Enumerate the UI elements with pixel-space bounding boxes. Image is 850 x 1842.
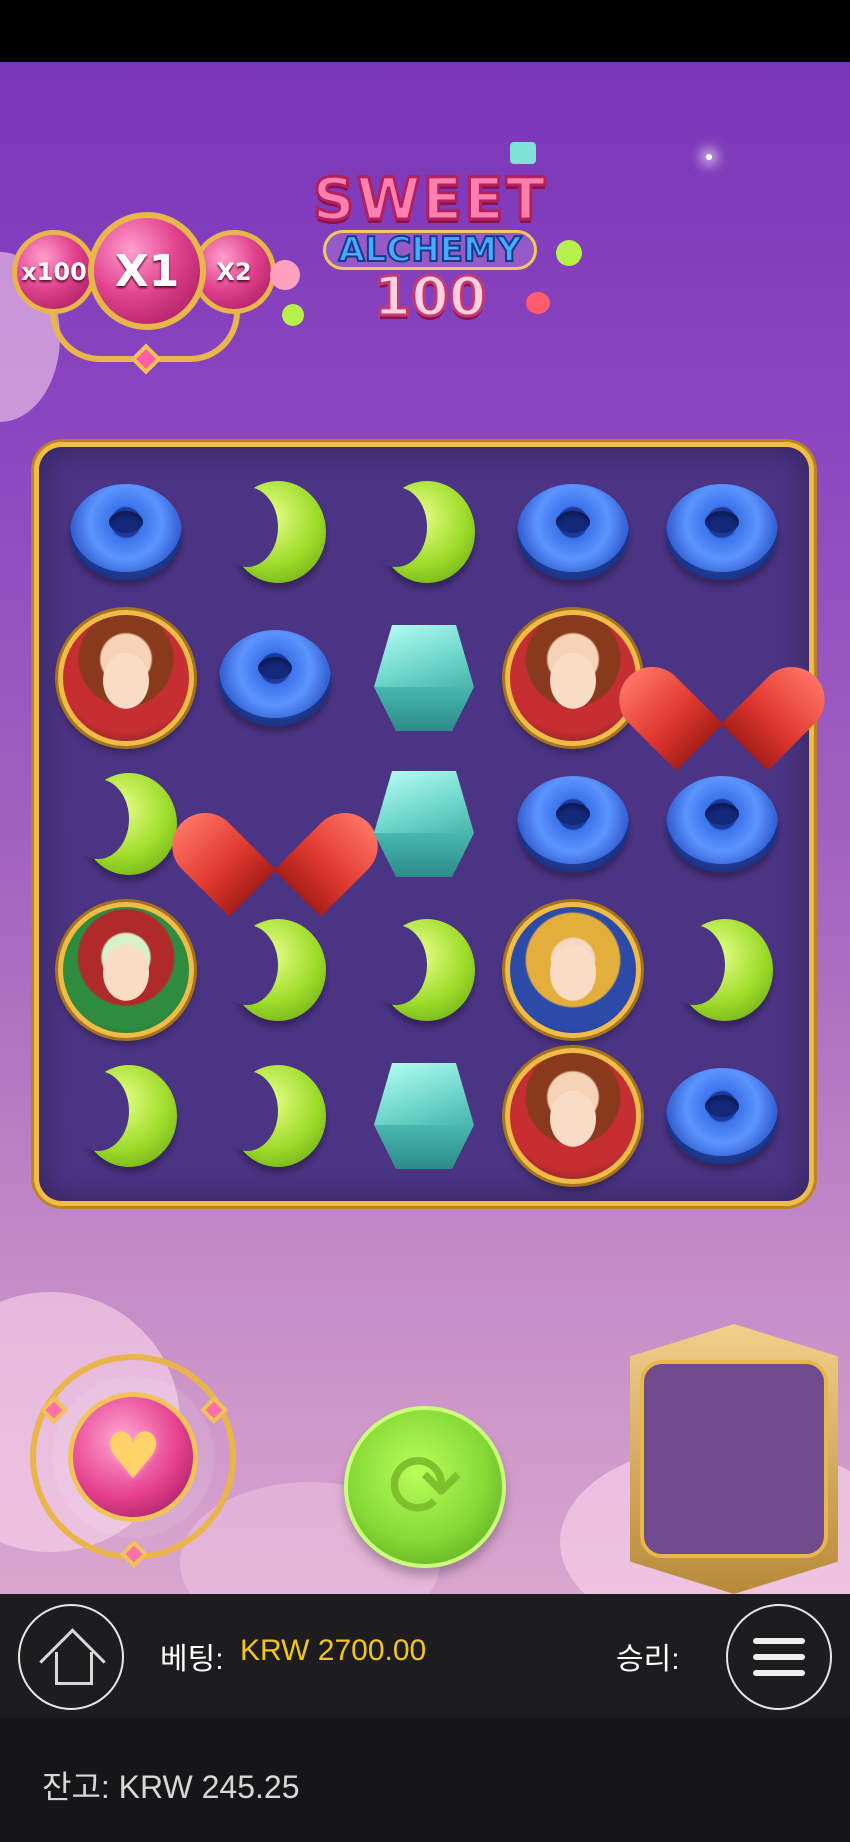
sparkle xyxy=(706,154,712,160)
blue-donut-candy-symbol xyxy=(517,484,630,580)
reel-cell xyxy=(51,751,200,897)
green-bean-candy-symbol xyxy=(663,915,777,1025)
blue-donut-candy-symbol xyxy=(666,1068,779,1164)
reel-cell xyxy=(499,897,648,1043)
reel-cell xyxy=(200,459,349,605)
teal-gem-candy-symbol xyxy=(360,1057,488,1175)
portrait-face xyxy=(550,1090,597,1147)
green-bean-candy-symbol xyxy=(364,915,479,1025)
reel-cell xyxy=(51,897,200,1043)
gem-top-facet xyxy=(373,1063,474,1125)
reel-cell xyxy=(349,605,498,751)
multiplier-display: x100 X2 X1 xyxy=(10,152,276,382)
red-heart-candy-symbol xyxy=(657,618,787,738)
multiplier-left-label: x100 xyxy=(21,258,87,286)
reel-cell xyxy=(51,1043,200,1189)
reel-cell xyxy=(349,459,498,605)
reel-cell xyxy=(648,751,797,897)
multiplier-orb-left: x100 xyxy=(12,230,96,314)
green-bean-candy-symbol xyxy=(215,1061,330,1171)
reel-frame xyxy=(34,442,814,1206)
reel-cell xyxy=(499,459,648,605)
reel-cell xyxy=(200,605,349,751)
candy-decoration xyxy=(556,240,582,266)
reel-cell xyxy=(349,897,498,1043)
win-label: 승리: xyxy=(616,1643,680,1676)
bottom-bar: 베팅: KRW 2700.00 승리: xyxy=(0,1594,850,1718)
teal-gem-candy-symbol xyxy=(360,619,488,737)
reel-cell xyxy=(51,605,200,751)
home-button[interactable] xyxy=(18,1604,124,1710)
green-bean-candy-symbol xyxy=(66,1061,181,1171)
home-icon xyxy=(43,1632,99,1685)
collect-box xyxy=(630,1324,838,1594)
reel-cell xyxy=(648,1043,797,1189)
logo-sweet: SWEET xyxy=(311,165,548,233)
candy-decoration xyxy=(510,142,536,164)
refresh-icon: ⟳ xyxy=(387,1434,463,1539)
reel-grid xyxy=(51,459,797,1189)
bet-label: 베팅: xyxy=(160,1643,224,1676)
portrait-red-witch-symbol xyxy=(505,610,642,746)
reel-cell xyxy=(648,459,797,605)
heart-icon: ♥ xyxy=(104,1420,162,1494)
reel-cell xyxy=(648,897,797,1043)
balance-text: 잔고: KRW 245.25 xyxy=(42,1769,300,1805)
portrait-red-witch-symbol xyxy=(57,610,194,746)
multiplier-right-label: X2 xyxy=(216,258,252,286)
portrait-red-witch-symbol xyxy=(505,1048,642,1184)
gem-top-facet xyxy=(373,771,474,833)
red-heart-candy-symbol xyxy=(210,764,340,884)
spin-button[interactable]: ⟳ xyxy=(344,1406,506,1568)
gem-bottom-facet xyxy=(373,833,474,877)
portrait-face xyxy=(102,652,149,709)
blue-donut-candy-symbol xyxy=(517,776,630,872)
gem-top-facet xyxy=(373,625,474,687)
menu-button[interactable] xyxy=(726,1604,832,1710)
reel-cell xyxy=(200,1043,349,1189)
buy-feature-button[interactable]: ♥ xyxy=(30,1354,236,1570)
game-area: x100 X2 X1 SWEET ALCHEMY 100 ♥ ⟳ xyxy=(0,62,850,1594)
multiplier-orb-current: X1 xyxy=(88,212,206,330)
reel-cell xyxy=(648,605,797,751)
gem-bottom-facet xyxy=(373,687,474,731)
reel-cell xyxy=(200,897,349,1043)
portrait-green-witch-symbol xyxy=(57,902,194,1038)
reel-cell xyxy=(499,1043,648,1189)
status-bar xyxy=(0,0,850,62)
green-bean-candy-symbol xyxy=(215,915,330,1025)
blue-donut-candy-symbol xyxy=(69,484,182,580)
balance-bar: 잔고: KRW 245.25 xyxy=(0,1718,850,1842)
reel-cell xyxy=(349,751,498,897)
blue-donut-candy-symbol xyxy=(666,776,779,872)
collect-slot xyxy=(640,1360,828,1558)
reel-cell xyxy=(499,751,648,897)
hamburger-menu-icon xyxy=(753,1638,805,1676)
buy-feature-orb: ♥ xyxy=(68,1392,198,1522)
teal-gem-candy-symbol xyxy=(360,765,488,883)
portrait-face xyxy=(102,944,149,1001)
blue-donut-candy-symbol xyxy=(218,630,331,726)
portrait-face xyxy=(550,944,597,1001)
logo-alchemy: ALCHEMY xyxy=(323,230,537,270)
bet-value[interactable]: KRW 2700.00 xyxy=(240,1634,426,1668)
green-bean-candy-symbol xyxy=(215,477,330,587)
reel-cell xyxy=(349,1043,498,1189)
multiplier-current-label: X1 xyxy=(114,245,180,297)
candy-decoration xyxy=(526,292,550,314)
candy-decoration xyxy=(282,304,304,326)
reel-cell xyxy=(200,751,349,897)
portrait-face xyxy=(550,652,597,709)
gem-bottom-facet xyxy=(373,1125,474,1169)
reel-cell xyxy=(499,605,648,751)
candy-decoration xyxy=(270,260,300,290)
game-logo: SWEET ALCHEMY 100 xyxy=(270,142,590,360)
portrait-blue-witch-symbol xyxy=(505,902,642,1038)
reel-cell xyxy=(51,459,200,605)
green-bean-candy-symbol xyxy=(364,477,479,587)
blue-donut-candy-symbol xyxy=(666,484,779,580)
green-bean-candy-symbol xyxy=(66,769,181,879)
